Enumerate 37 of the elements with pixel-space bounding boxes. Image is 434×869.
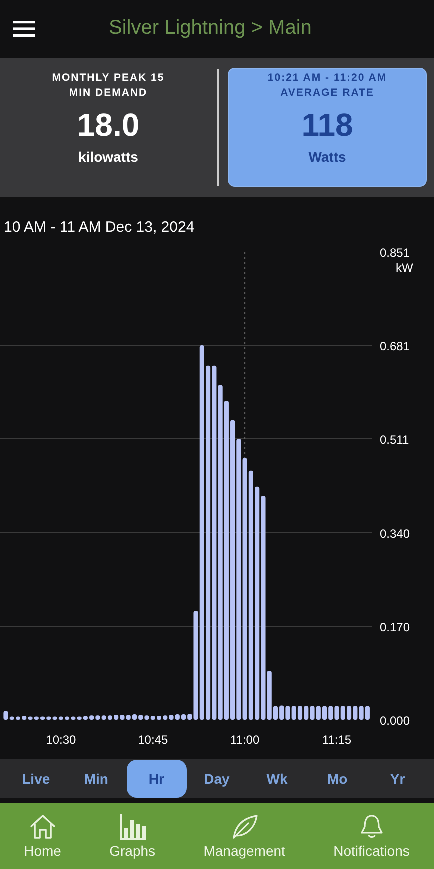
stat-value: 118 [302,106,354,143]
nav-label[interactable]: Notifications [334,842,410,859]
chart-title: 10 AM - 11 AM Dec 13, 2024 [3,218,196,238]
leaf-icon[interactable] [230,814,259,840]
y-tick-label: 0.340 [380,526,410,541]
stat-label: MONTHLY PEAK 15 MIN DEMAND [51,70,166,101]
nav-label[interactable]: Management [204,842,286,859]
range-tab[interactable]: Mo [307,760,368,798]
x-tick-label: 10:45 [138,732,168,747]
stat-time-range: 10:21 AM - 11:20 AM [268,70,388,86]
nav-label[interactable]: Graphs [110,842,156,859]
stat-card[interactable]: MONTHLY PEAK 15 MIN DEMAND 18.0 kilowatts [10,68,207,186]
y-tick-label: 0.851 [380,246,410,260]
y-tick-label: 0.511 [380,432,410,447]
menu-icon[interactable] [13,20,35,37]
y-tick-label: 0.170 [380,620,410,634]
stat-unit: kilowatts [78,148,138,165]
stat-label: AVERAGE RATE [280,86,374,101]
nav-label[interactable]: Home [24,842,62,859]
x-tick-label: 10:30 [46,732,76,747]
y-axis-unit: kW [396,260,414,275]
stat-unit: Watts [308,148,346,165]
stat-value: 18.0 [77,106,140,143]
range-tab[interactable]: Day [186,760,248,798]
bar-chart-icon[interactable] [118,814,147,840]
x-tick-label: 11:00 [230,732,260,747]
range-tab[interactable]: Wk [247,760,308,798]
range-tab[interactable]: Yr [368,760,428,798]
y-tick-label: 0.681 [380,339,410,354]
stat-card[interactable]: 10:21 AM - 11:20 AM AVERAGE RATE 118 Watts [229,68,426,186]
range-tab[interactable]: Min [66,760,127,798]
x-tick-label: 11:15 [322,732,352,747]
page-title: Silver Lightning > Main [109,17,312,40]
home-icon[interactable] [28,814,57,840]
y-tick-label: 0.000 [380,714,410,728]
range-tab[interactable]: Live [6,760,66,798]
range-tab[interactable]: Hr [126,760,187,798]
